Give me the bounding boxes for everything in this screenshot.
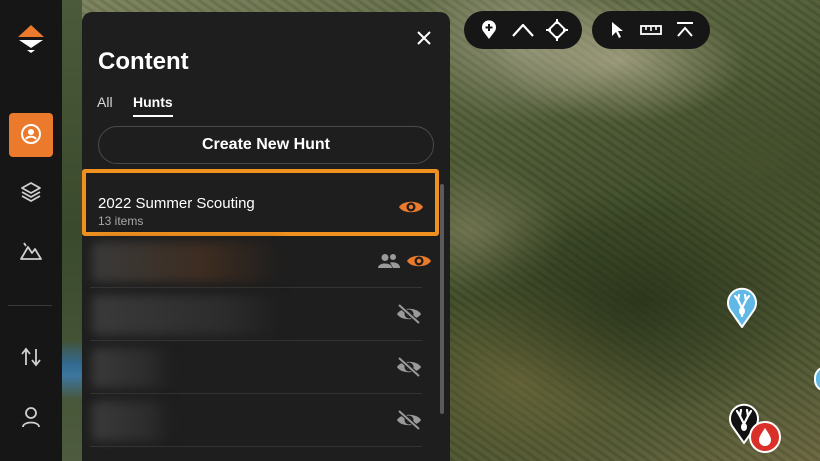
eye-off-icon — [397, 357, 421, 377]
location-pin-icon — [21, 124, 41, 144]
nav-content-button[interactable] — [9, 113, 53, 157]
hunt-row[interactable] — [90, 289, 422, 341]
cursor-icon[interactable] — [602, 15, 632, 45]
panel-title: Content — [98, 48, 189, 75]
eye-icon — [399, 201, 423, 213]
tab-hunts[interactable]: Hunts — [133, 94, 173, 117]
terrain-icon — [20, 242, 42, 260]
hunt-row[interactable] — [90, 395, 422, 447]
hunt-row[interactable] — [90, 342, 422, 394]
nav-divider — [8, 305, 52, 306]
eye-off-icon — [397, 410, 421, 430]
layers-icon — [21, 182, 41, 203]
crosshair-icon[interactable] — [542, 15, 572, 45]
visibility-toggle[interactable] — [406, 250, 432, 272]
nav-sort-button[interactable] — [9, 335, 53, 379]
redacted-hunt-name — [92, 348, 172, 388]
create-new-hunt-button[interactable]: Create New Hunt — [98, 126, 434, 164]
map-draw-toolbar — [464, 11, 582, 49]
nav-terrain-button[interactable] — [9, 229, 53, 273]
elevation-profile-icon[interactable] — [670, 15, 700, 45]
tab-all[interactable]: All — [97, 94, 113, 115]
drop-marker-red[interactable] — [748, 420, 782, 461]
shared-icon — [376, 250, 402, 272]
user-icon — [22, 407, 40, 428]
close-icon — [417, 31, 431, 45]
nav-account-button[interactable] — [9, 395, 53, 439]
visibility-toggle[interactable] — [396, 303, 422, 325]
gohunt-logo-icon[interactable] — [17, 24, 45, 54]
add-waypoint-icon[interactable] — [474, 15, 504, 45]
content-panel: Content All Hunts Create New Hunt 2022 S… — [82, 12, 450, 461]
hunt-row[interactable] — [90, 236, 431, 288]
measure-icon[interactable] — [636, 15, 666, 45]
redacted-hunt-name — [92, 295, 282, 335]
panel-scrollbar[interactable] — [440, 184, 444, 414]
map-tools-toolbar — [592, 11, 710, 49]
sort-arrows-icon — [21, 347, 41, 367]
redacted-hunt-name — [92, 242, 282, 282]
redacted-hunt-name — [92, 401, 172, 441]
visibility-toggle[interactable] — [397, 197, 425, 217]
hunt-item-count: 13 items — [98, 214, 144, 228]
map-water-feature — [62, 340, 82, 400]
hunt-row-highlighted[interactable]: 2022 Summer Scouting 13 items — [82, 169, 439, 236]
hunt-name: 2022 Summer Scouting — [98, 195, 255, 212]
close-button[interactable] — [412, 26, 436, 50]
eye-icon — [407, 255, 431, 267]
draw-line-icon[interactable] — [508, 15, 538, 45]
nav-layers-button[interactable] — [9, 170, 53, 214]
deer-marker-blue[interactable] — [724, 286, 760, 333]
eye-off-icon — [397, 304, 421, 324]
visibility-toggle[interactable] — [396, 356, 422, 378]
left-nav — [0, 0, 62, 461]
visibility-toggle[interactable] — [396, 409, 422, 431]
